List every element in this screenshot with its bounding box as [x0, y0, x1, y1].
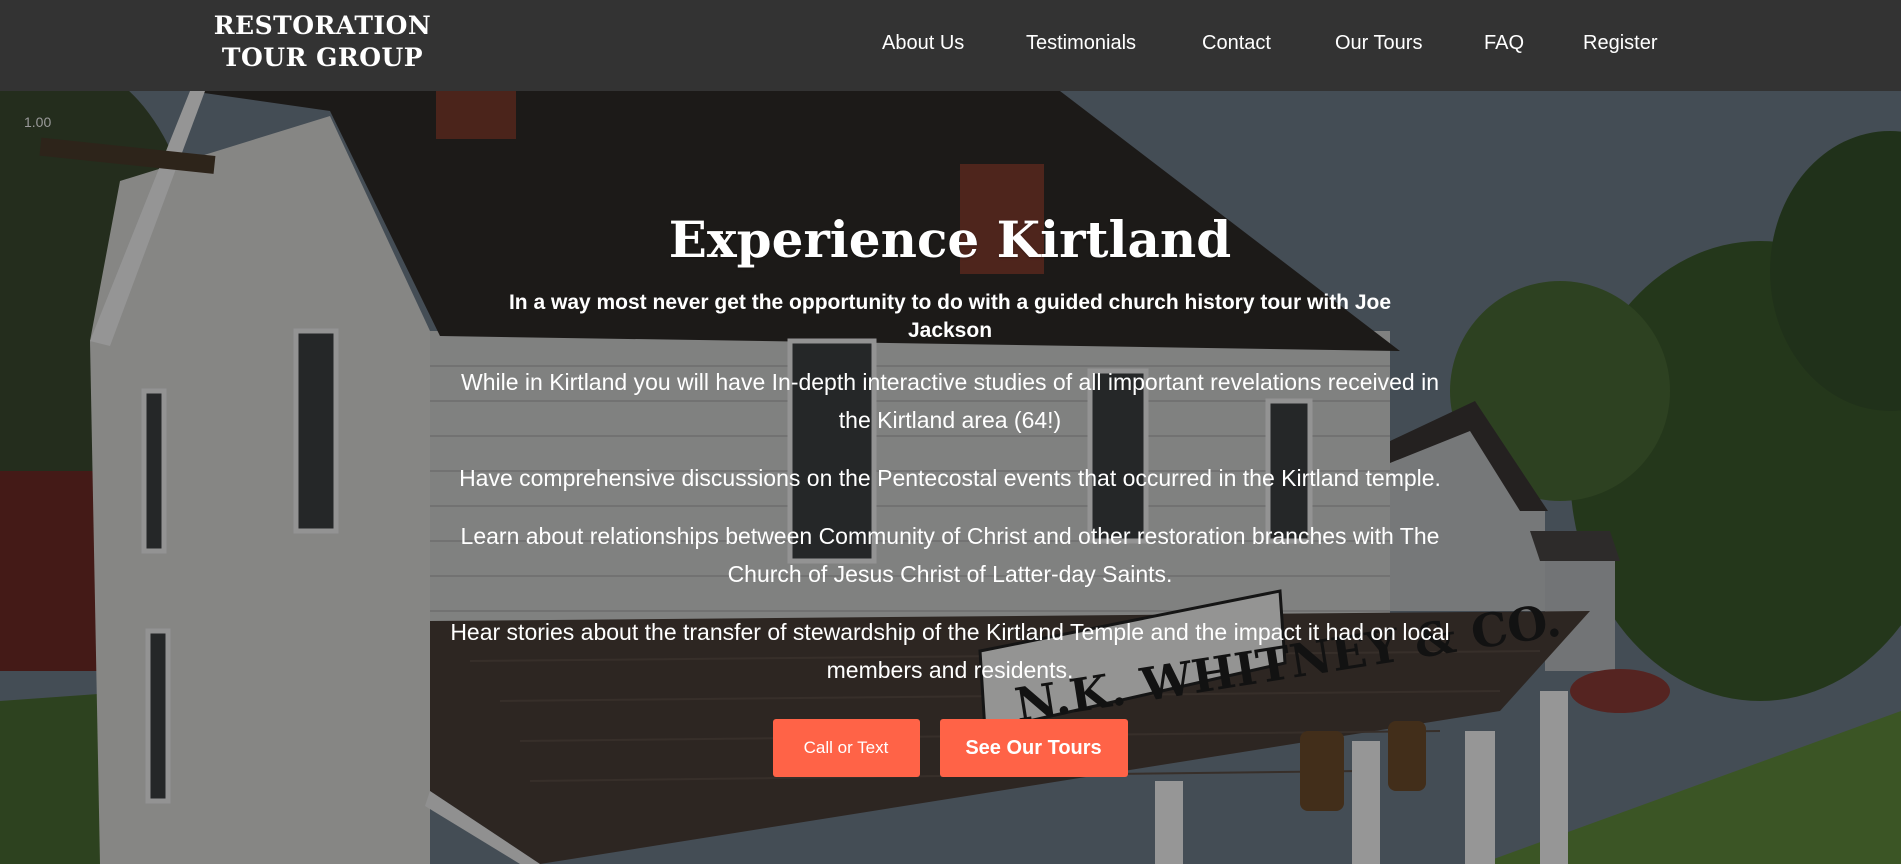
logo-line-1: RESTORATION: [213, 11, 432, 40]
hero-section: N.K. WHITNEY & CO. 1.00 Experience Kirtl…: [0, 91, 1901, 864]
playback-speed-indicator: 1.00: [24, 114, 52, 130]
nav-link-testimonials[interactable]: Testimonials: [1026, 32, 1136, 55]
hero-subtitle: In a way most never get the opportunity …: [508, 291, 1392, 342]
hero-paragraph-pentecostal: Have comprehensive discussions on the Pe…: [459, 465, 1441, 491]
logo-line-2: TOUR GROUP: [221, 43, 424, 72]
hero-content: Experience Kirtland In a way most never …: [440, 211, 1460, 777]
hero-paragraph-relationships: Learn about relationships between Commun…: [460, 523, 1440, 587]
see-our-tours-button[interactable]: See Our Tours: [939, 719, 1128, 777]
nav-link-about-us[interactable]: About Us: [882, 32, 964, 55]
hero-title: Experience Kirtland: [668, 210, 1232, 269]
nav-link-faq[interactable]: FAQ: [1484, 32, 1524, 55]
site-logo[interactable]: RESTORATION TOUR GROUP: [200, 10, 445, 74]
top-nav: RESTORATION TOUR GROUP About Us Testimon…: [0, 0, 1901, 91]
hero-paragraph-stewardship: Hear stories about the transfer of stewa…: [450, 619, 1450, 683]
nav-link-register[interactable]: Register: [1583, 32, 1657, 55]
hero-paragraph-revelations: While in Kirtland you will have In-depth…: [461, 369, 1439, 433]
hero-buttons: Call or Text See Our Tours: [440, 719, 1460, 777]
nav-link-our-tours[interactable]: Our Tours: [1335, 32, 1422, 55]
nav-link-contact[interactable]: Contact: [1202, 32, 1271, 55]
call-or-text-button[interactable]: Call or Text: [772, 719, 920, 777]
